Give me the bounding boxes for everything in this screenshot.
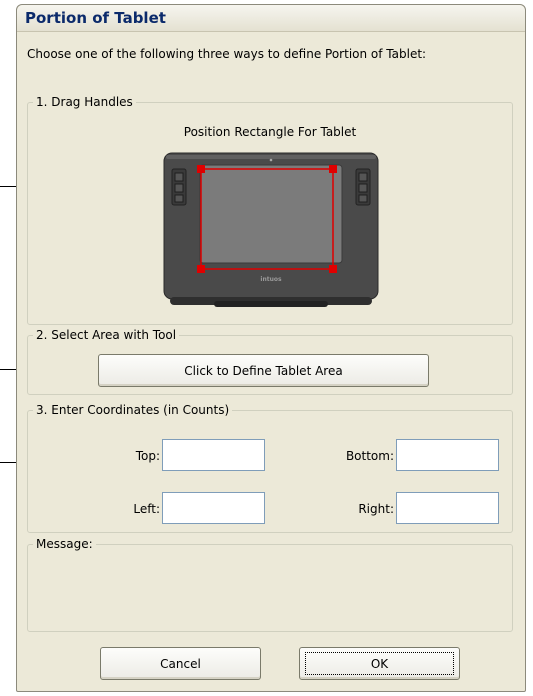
tablet-image: intuos bbox=[162, 149, 380, 314]
bottom-label: Bottom: bbox=[345, 449, 394, 463]
drag-handles-legend: 1. Drag Handles bbox=[36, 95, 133, 109]
right-label: Right: bbox=[358, 502, 394, 516]
dialog-title: Portion of Tablet bbox=[25, 9, 166, 27]
coordinates-legend: 3. Enter Coordinates (in Counts) bbox=[36, 403, 230, 417]
message-legend: Message: bbox=[36, 537, 93, 551]
message-group: Message: bbox=[27, 537, 513, 632]
ok-button-label: OK bbox=[370, 656, 389, 671]
title-bar: Portion of Tablet bbox=[17, 5, 525, 32]
top-coordinate-input[interactable] bbox=[162, 439, 265, 471]
right-coordinate-input[interactable] bbox=[396, 492, 499, 524]
express-keys-left bbox=[171, 168, 187, 206]
left-coordinate-input[interactable] bbox=[162, 492, 265, 524]
tablet-caption: Position Rectangle For Tablet bbox=[183, 125, 357, 139]
define-tablet-area-button[interactable]: Click to Define Tablet Area bbox=[98, 354, 429, 387]
portion-of-tablet-dialog: Portion of Tablet Choose one of the foll… bbox=[16, 4, 526, 692]
handle-top-right[interactable] bbox=[329, 165, 337, 173]
cancel-button[interactable]: Cancel bbox=[100, 647, 261, 680]
handle-bottom-right[interactable] bbox=[329, 265, 337, 273]
top-label: Top: bbox=[135, 449, 160, 463]
express-keys-right bbox=[355, 168, 371, 206]
handle-bottom-left[interactable] bbox=[197, 265, 205, 273]
select-area-legend: 2. Select Area with Tool bbox=[36, 328, 177, 342]
handle-top-left[interactable] bbox=[197, 165, 205, 173]
tablet-brand-text: intuos bbox=[260, 276, 282, 283]
drag-handles-group: 1. Drag Handles Position Rectangle For T… bbox=[27, 95, 513, 325]
tablet-illustration: intuos bbox=[163, 152, 379, 307]
bottom-coordinate-input[interactable] bbox=[396, 439, 499, 471]
left-label: Left: bbox=[133, 502, 160, 516]
select-area-group: 2. Select Area with Tool Click to Define… bbox=[27, 328, 513, 395]
intro-text: Choose one of the following three ways t… bbox=[27, 47, 427, 61]
coordinates-group: 3. Enter Coordinates (in Counts) Top: Bo… bbox=[27, 403, 513, 533]
ok-button[interactable]: OK bbox=[299, 647, 460, 680]
